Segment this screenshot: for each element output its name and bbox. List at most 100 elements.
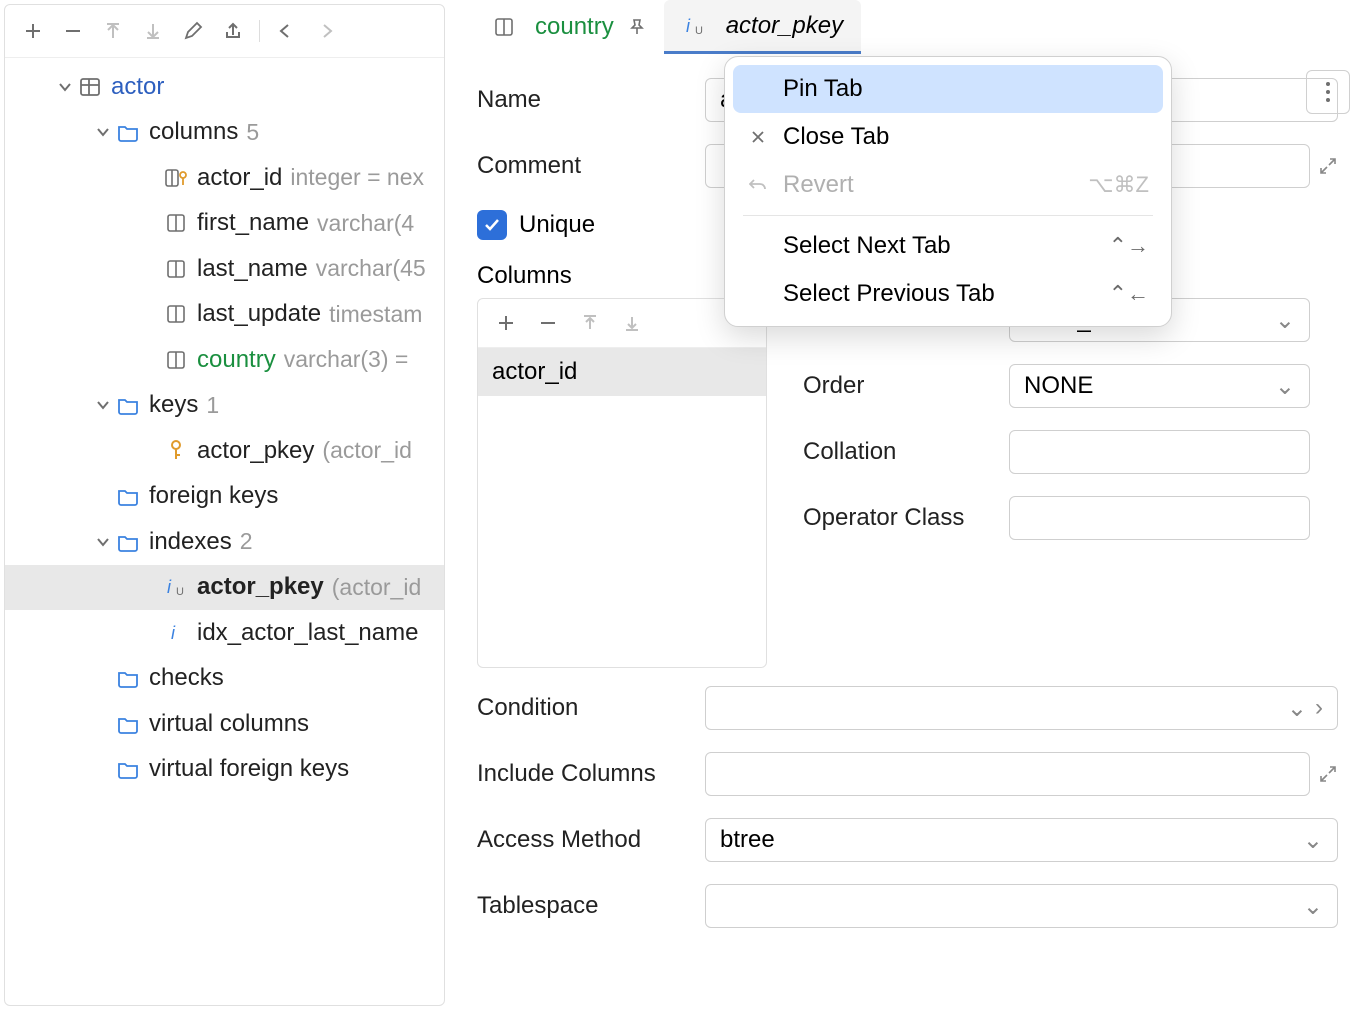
tree-meta: (actor_id bbox=[322, 437, 411, 464]
sidebar: actor columns 5 actor_id integer = nex f… bbox=[4, 4, 445, 1006]
col-up-button[interactable] bbox=[572, 305, 608, 341]
tree-column-item[interactable]: last_update timestam bbox=[5, 292, 444, 338]
col-item-label: actor_id bbox=[492, 358, 577, 385]
column-icon bbox=[163, 347, 189, 373]
tab-label: country bbox=[535, 13, 614, 41]
columns-list: actor_id bbox=[477, 298, 767, 668]
move-down-button[interactable] bbox=[135, 13, 171, 49]
folder-icon bbox=[115, 665, 141, 691]
tree-type: timestam bbox=[329, 301, 422, 328]
tabs: country iU actor_pkey bbox=[449, 0, 1366, 54]
tree-label: last_name bbox=[197, 255, 308, 283]
svg-text:i: i bbox=[686, 16, 691, 36]
column-icon bbox=[491, 14, 517, 40]
condition-label: Condition bbox=[477, 694, 705, 722]
unique-label: Unique bbox=[519, 211, 595, 239]
ctx-shortcut: ⌥⌘Z bbox=[1088, 172, 1149, 198]
tab-actor-pkey[interactable]: iU actor_pkey bbox=[664, 0, 861, 54]
include-input[interactable] bbox=[705, 752, 1310, 796]
move-up-button[interactable] bbox=[95, 13, 131, 49]
condition-input[interactable]: ⌄› bbox=[705, 686, 1338, 730]
expand-icon[interactable] bbox=[1318, 156, 1338, 176]
more-button[interactable] bbox=[1306, 70, 1350, 114]
tree-type: varchar(45 bbox=[316, 255, 426, 282]
tree-label: checks bbox=[149, 664, 224, 692]
folder-icon bbox=[115, 711, 141, 737]
tree-label: actor_id bbox=[197, 164, 282, 192]
tree-column-item[interactable]: actor_id integer = nex bbox=[5, 155, 444, 201]
tablespace-label: Tablespace bbox=[477, 892, 705, 920]
access-select[interactable]: btree ⌄ bbox=[705, 818, 1338, 862]
access-value: btree bbox=[720, 826, 775, 854]
tree-index-item[interactable]: iU actor_pkey (actor_id bbox=[5, 565, 444, 611]
index-icon: i bbox=[163, 620, 189, 646]
tree-vfk-folder[interactable]: virtual foreign keys bbox=[5, 747, 444, 793]
expand-icon[interactable] bbox=[1318, 764, 1338, 784]
ctx-label: Select Next Tab bbox=[783, 232, 1095, 260]
ctx-shortcut: ⌃← bbox=[1109, 281, 1149, 307]
ctx-pin-tab[interactable]: Pin Tab bbox=[733, 65, 1163, 113]
ctx-close-tab[interactable]: Close Tab bbox=[733, 113, 1163, 161]
chevron-down-icon: ⌄ bbox=[1303, 826, 1323, 855]
pin-icon bbox=[628, 18, 646, 36]
order-select[interactable]: NONE⌄ bbox=[1009, 364, 1310, 408]
ctx-revert: Revert ⌥⌘Z bbox=[733, 161, 1163, 209]
ctx-shortcut: ⌃→ bbox=[1109, 233, 1149, 259]
tree-label: actor bbox=[111, 73, 164, 101]
tree-label: actor_pkey bbox=[197, 437, 314, 465]
remove-button[interactable] bbox=[55, 13, 91, 49]
svg-text:i: i bbox=[171, 623, 176, 643]
tree-index-item[interactable]: i idx_actor_last_name bbox=[5, 610, 444, 656]
tree-column-item[interactable]: last_name varchar(45 bbox=[5, 246, 444, 292]
key-icon bbox=[163, 438, 189, 464]
tree-label: idx_actor_last_name bbox=[197, 619, 418, 647]
tree-fk-folder[interactable]: foreign keys bbox=[5, 474, 444, 520]
tree-table[interactable]: actor bbox=[5, 64, 444, 110]
tablespace-select[interactable]: ⌄ bbox=[705, 884, 1338, 928]
tree-indexes-folder[interactable]: indexes 2 bbox=[5, 519, 444, 565]
tree-column-item[interactable]: first_name varchar(4 bbox=[5, 201, 444, 247]
export-button[interactable] bbox=[215, 13, 251, 49]
add-button[interactable] bbox=[15, 13, 51, 49]
ctx-separator bbox=[743, 215, 1153, 216]
tree-key-item[interactable]: actor_pkey (actor_id bbox=[5, 428, 444, 474]
collation-input[interactable] bbox=[1009, 430, 1310, 474]
chevron-down-icon: ⌄ bbox=[1275, 306, 1295, 335]
ctx-next-tab[interactable]: Select Next Tab ⌃→ bbox=[733, 222, 1163, 270]
ctx-label: Close Tab bbox=[783, 123, 1149, 151]
back-button[interactable] bbox=[268, 13, 304, 49]
tree-checks-folder[interactable]: checks bbox=[5, 656, 444, 702]
tree-type: integer = nex bbox=[290, 164, 424, 191]
svg-text:U: U bbox=[695, 25, 703, 37]
edit-button[interactable] bbox=[175, 13, 211, 49]
tab-context-menu: Pin Tab Close Tab Revert ⌥⌘Z Select Next… bbox=[724, 56, 1172, 327]
folder-icon bbox=[115, 392, 141, 418]
tree-count: 1 bbox=[206, 392, 219, 419]
chevron-down-icon bbox=[93, 397, 113, 413]
ctx-prev-tab[interactable]: Select Previous Tab ⌃← bbox=[733, 270, 1163, 318]
tab-country[interactable]: country bbox=[473, 0, 664, 54]
tab-label: actor_pkey bbox=[726, 12, 843, 40]
tree-label: columns bbox=[149, 118, 238, 146]
tree-count: 2 bbox=[240, 528, 253, 555]
tree-vcols-folder[interactable]: virtual columns bbox=[5, 701, 444, 747]
col-list-item[interactable]: actor_id bbox=[478, 348, 766, 396]
tree-keys-folder[interactable]: keys 1 bbox=[5, 383, 444, 429]
tree-label: last_update bbox=[197, 300, 321, 328]
folder-icon bbox=[115, 529, 141, 555]
tree-columns-folder[interactable]: columns 5 bbox=[5, 110, 444, 156]
opclass-input[interactable] bbox=[1009, 496, 1310, 540]
col-down-button[interactable] bbox=[614, 305, 650, 341]
unique-checkbox[interactable] bbox=[477, 210, 507, 240]
col-add-button[interactable] bbox=[488, 305, 524, 341]
forward-button[interactable] bbox=[308, 13, 344, 49]
chevron-down-icon bbox=[93, 534, 113, 550]
tree-count: 5 bbox=[246, 119, 259, 146]
tree-column-item[interactable]: country varchar(3) = bbox=[5, 337, 444, 383]
tree-label: virtual columns bbox=[149, 710, 309, 738]
chevron-down-icon bbox=[93, 124, 113, 140]
chevron-right-icon: › bbox=[1315, 694, 1323, 723]
folder-icon bbox=[115, 483, 141, 509]
order-label: Order bbox=[803, 372, 1009, 400]
col-remove-button[interactable] bbox=[530, 305, 566, 341]
